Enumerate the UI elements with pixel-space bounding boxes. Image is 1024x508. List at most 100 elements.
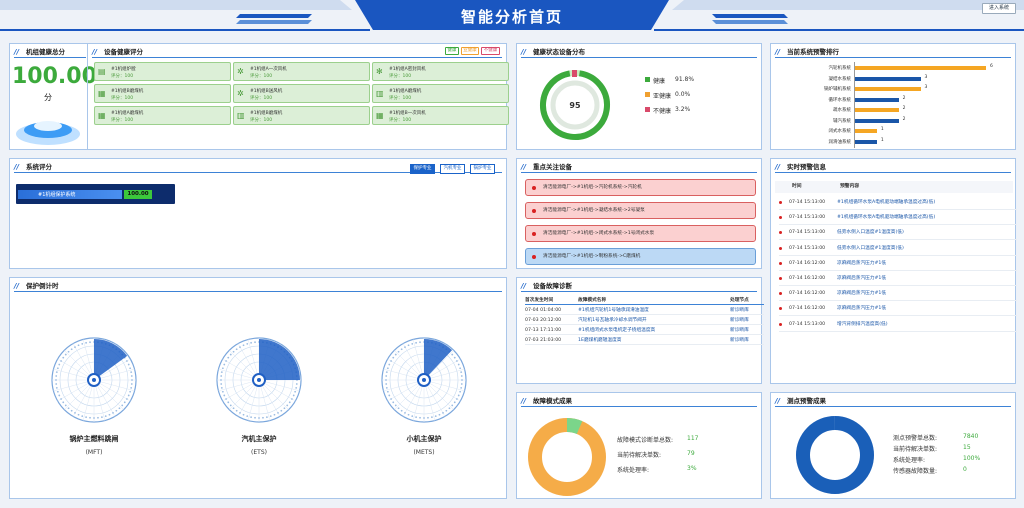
countdown-dial-graphic — [216, 337, 302, 423]
legend-subhealthy: 亚健康 — [461, 47, 479, 55]
alert-row[interactable]: 07-14 16:12:00 凉麻阀后蒸汽压力#1低 — [779, 256, 1017, 271]
device-card[interactable]: ▦ #1机组B一次风机 评分：100 — [372, 106, 509, 125]
device-score: 评分：100 — [111, 118, 134, 123]
ranking-row: 汽轮机系统 6 — [771, 64, 1011, 74]
device-score: 评分：100 — [250, 74, 273, 79]
stat-value: 15 — [963, 444, 971, 451]
tab-boiler[interactable]: 锅炉专业 — [470, 164, 495, 174]
ranking-chart: 汽轮机系统 6 凝结水系统 3 锅炉辅机系统 3 循环水系统 2 疏水系统 2 辅汽系统 2 闭式水系统… — [771, 64, 1017, 150]
fault-header: 首次发生时间 故障模式名称 处理节点 — [525, 296, 764, 305]
device-name: #1机组B磨煤机 — [111, 89, 144, 94]
ranking-value: 3 — [924, 74, 928, 80]
fault-result-donut — [528, 418, 606, 496]
tab-turbine[interactable]: 汽机专业 — [440, 164, 465, 174]
fault-result-title: 故障模式成果 — [521, 395, 757, 407]
alert-time: 07-14 16:12:00 — [789, 306, 826, 312]
stat-value: 117 — [687, 435, 699, 442]
device-score: 评分：100 — [250, 96, 273, 101]
fault-row[interactable]: 07-03 21:03:00 1E磨煤机磨辊温度高 新诊断库 — [525, 336, 764, 345]
ranking-panel: 当前系统预警排行 汽轮机系统6凝结水系统3锅炉辅机系统3循环水系统2疏水系统2辅… — [770, 43, 1016, 150]
device-score: 评分：100 — [389, 118, 412, 123]
alert-content: 低旁水侧入口温度#1温度高(低) — [837, 245, 904, 251]
alert-content: #1机组循环水泵A电机驱动端轴承温度过高(低) — [837, 200, 936, 205]
alert-row[interactable]: 07-14 15:13:00 增汽背侧排汽温度高(低) — [779, 317, 1017, 332]
stat-value: 0 — [963, 466, 967, 473]
stat-label: 系统处理率: — [617, 467, 650, 474]
fault-node: 新诊断库 — [730, 308, 749, 313]
device-card[interactable]: ▦ #1机组A磨煤机 评分：100 — [94, 106, 231, 125]
stat-label: 当前待解决单数: — [617, 452, 662, 459]
device-card[interactable]: ✻ #1机组A密封风机 评分：100 — [372, 62, 509, 81]
alert-row[interactable]: 07-14 16:12:00 凉麻阀后蒸汽压力#1低 — [779, 286, 1017, 302]
fault-time: 07-03 21:03:00 — [525, 338, 562, 343]
status-legend-label: 亚健康 — [653, 93, 672, 100]
ranking-bar — [855, 108, 899, 112]
status-legend-swatch — [645, 92, 650, 97]
ranking-bar — [855, 118, 899, 123]
alert-time: 07-14 15:13:00 — [789, 245, 826, 251]
fault-header-time: 首次发生时间 — [525, 298, 554, 303]
fault-result-panel: 故障模式成果 故障模式诊断单总数: 117 当前待解决单数: 79 系统处理率: 3% — [516, 392, 762, 499]
alert-content: 凉麻阀后蒸汽压力#1低 — [837, 291, 887, 297]
system-score-label: #1机组保护系统 — [38, 192, 76, 198]
stat-value: 100% — [963, 455, 981, 462]
device-score: 评分：100 — [111, 96, 134, 101]
device-card[interactable]: ▦ #1机组B磨煤机 评分：100 — [94, 84, 231, 103]
device-name: #1机组A磨煤机 — [111, 111, 144, 116]
alert-time: 07-14 16:12:00 — [789, 276, 826, 281]
device-card[interactable]: ✲ #1机组B送风机 评分：100 — [233, 84, 370, 103]
ranking-label: 汽轮机系统 — [828, 66, 852, 71]
device-card[interactable]: ▥ #1机组A磨煤机 评分：100 — [372, 84, 509, 103]
stat-label: 故障模式诊断单总数: — [617, 437, 674, 444]
status-donut: 95 — [540, 70, 610, 140]
alert-row[interactable]: 07-14 15:13:00 #1机组循环水泵A电机驱动端轴承温度过高(低) — [779, 210, 1017, 226]
device-score: 评分：100 — [250, 118, 273, 123]
stat-row: 当前待解决单数: 15 — [893, 444, 1013, 453]
measure-result-title: 测点预警成果 — [775, 395, 1011, 407]
fault-node: 新诊断库 — [730, 318, 749, 323]
focus-item[interactable]: 清洁能源电厂->#1机组->闭式水系统->1号闭式水泵 — [525, 225, 756, 242]
ranking-label: 润滑油系统 — [828, 139, 852, 145]
device-name: #1机组A密封风机 — [389, 67, 426, 72]
alert-content: 凉麻阀后蒸汽压力#1低 — [837, 306, 887, 312]
fault-row[interactable]: 07-04 01:04:00 #1机组汽轮机1号轴承润滑油温度 新诊断库 — [525, 306, 764, 315]
fault-row[interactable]: 07-03 20:12:00 汽轮机1号瓦轴承冷却水调节阀开 新诊断库 — [525, 316, 764, 325]
focus-item[interactable]: 清洁能源电厂->#1机组->制粉系统->C磨煤机 — [525, 248, 756, 265]
device-card[interactable]: ▥ #1机组B磨煤机 评分：100 — [233, 106, 370, 125]
device-card[interactable]: ✲ #1机组A一次风机 评分：100 — [233, 62, 370, 81]
countdown-dial: 小机主保护 (METS) — [380, 336, 468, 476]
status-legend-value: 3.2% — [675, 106, 691, 113]
alert-dot-icon — [779, 322, 782, 326]
stat-value: 3% — [687, 465, 697, 472]
fault-row[interactable]: 07-13 17:11:00 #1机组闭式水泵电机定子绕组温度高 新诊断库 — [525, 326, 764, 335]
device-icon: ▦ — [98, 111, 106, 120]
countdown-title: 保护倒计时 — [14, 280, 502, 292]
ranking-row: 润滑油系统 1 — [771, 138, 1011, 148]
ranking-bar — [855, 139, 877, 144]
alert-row[interactable]: 07-14 15:13:00 低旁水侧入口温度#1温度高(低) — [779, 241, 1017, 256]
focus-item[interactable]: 清洁能源电厂->#1机组->凝结水系统->2号凝泵 — [525, 202, 756, 219]
focus-item[interactable]: 清洁能源电厂->#1机组->汽轮机系统->汽轮机 — [525, 179, 756, 196]
alert-row[interactable]: 07-14 15:13:00 低旁水侧入口温度#1温度高(低) — [779, 225, 1017, 241]
countdown-dial: 锅炉主燃料跳闸 (MFT) — [50, 336, 138, 476]
tab-protection[interactable]: 保护专业 — [410, 164, 435, 174]
ranking-label: 辅汽系统 — [833, 118, 851, 124]
ranking-bar — [855, 129, 877, 133]
health-panel: 机组健康总分 100.00 分 设备健康评分 健康 亚健康 不健康 ▤ #1机组炉… — [9, 43, 509, 150]
alert-header-content: 预警内容 — [840, 184, 860, 189]
alert-time: 07-14 15:13:00 — [789, 215, 826, 221]
device-card[interactable]: ▤ #1机组炉膛 评分：100 — [94, 62, 231, 81]
fault-name: 1E磨煤机磨辊温度高 — [578, 338, 622, 343]
system-score-value: 100.00 — [124, 190, 152, 199]
alert-row[interactable]: 07-14 16:12:00 凉麻阀后蒸汽压力#1低 — [779, 271, 1017, 286]
alert-row[interactable]: 07-14 15:13:00 #1机组循环水泵A电机驱动端轴承温度过高(低) — [779, 195, 1017, 210]
countdown-code: (METS) — [413, 449, 435, 456]
ranking-value: 3 — [924, 85, 928, 90]
countdown-code: (ETS) — [251, 449, 267, 456]
countdown-dial-graphic — [51, 337, 137, 423]
legend-healthy: 健康 — [445, 47, 459, 55]
legend-unhealthy: 不健康 — [481, 47, 500, 55]
enter-system-button[interactable]: 进入系统 — [982, 3, 1016, 14]
alert-row[interactable]: 07-14 16:12:00 凉麻阀后蒸汽压力#1低 — [779, 301, 1017, 317]
ranking-bar — [855, 76, 921, 81]
